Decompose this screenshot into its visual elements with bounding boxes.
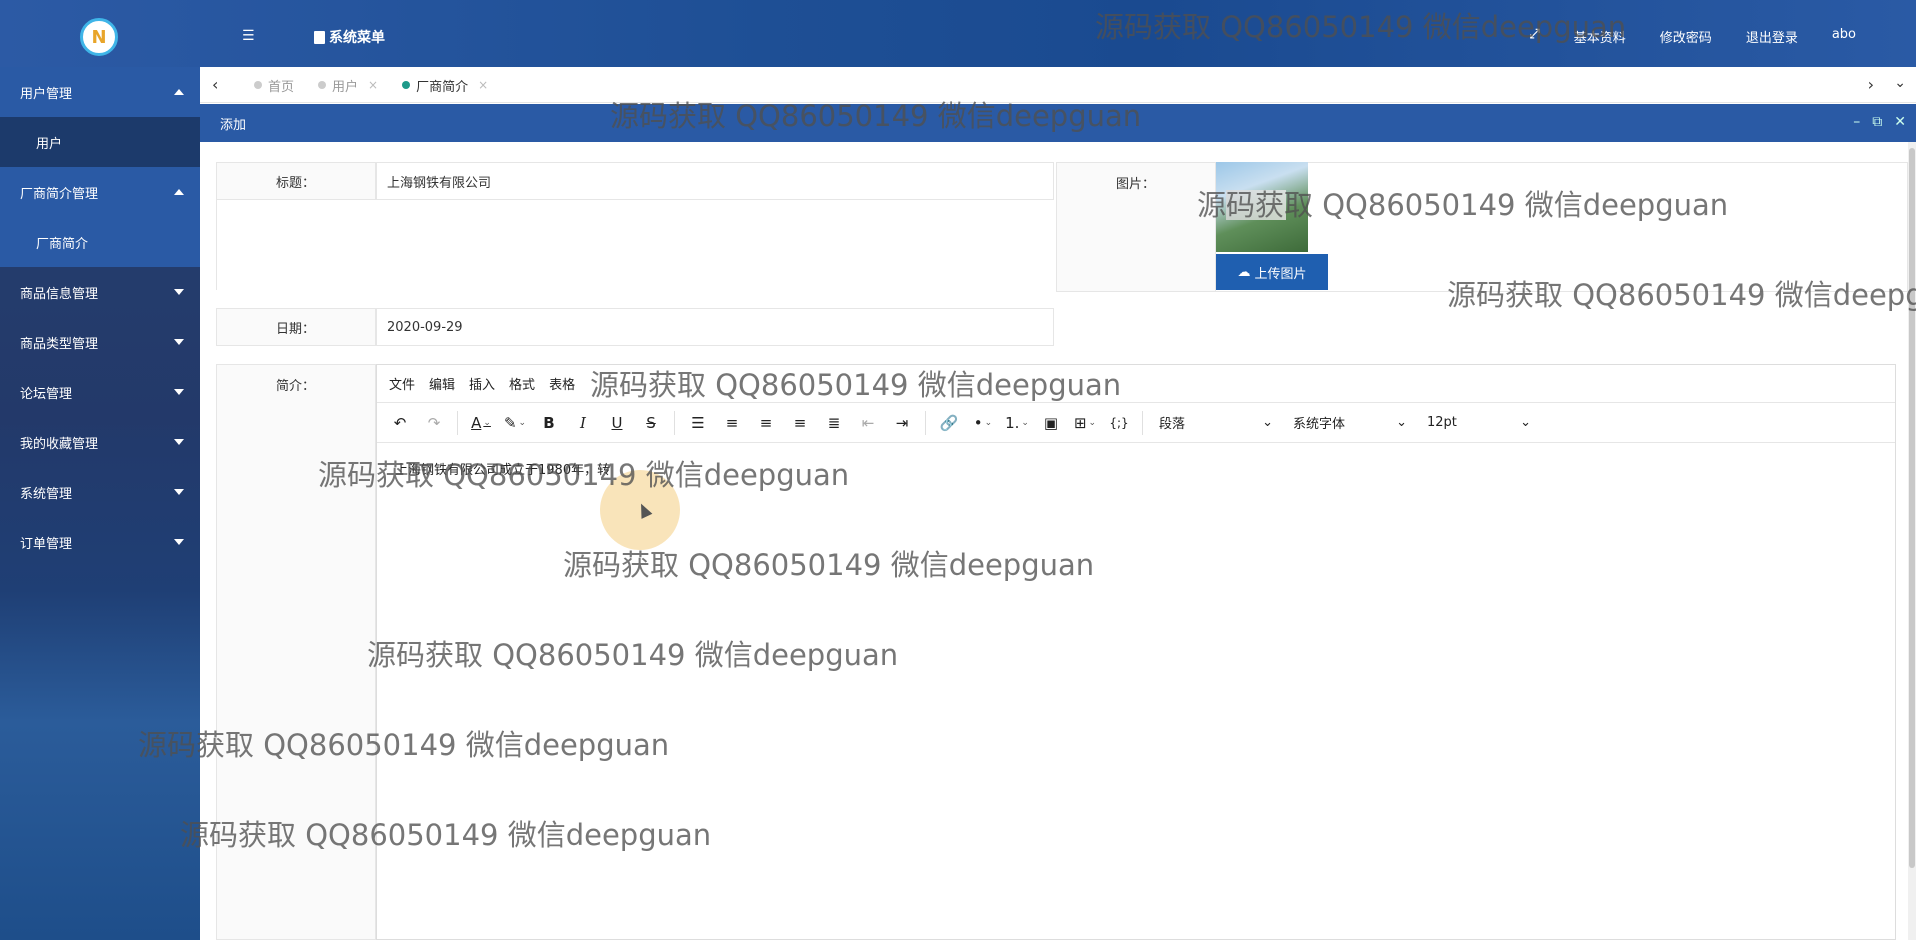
scrollbar[interactable] xyxy=(1908,142,1916,940)
rich-text-editor: 文件 编辑 插入 格式 表格 ↶ ↷ A ⌄ ✎ ⌄ B I U S ☰ ≡ ≡ ≡… xyxy=(376,364,1896,940)
chevron-down-icon xyxy=(174,389,184,395)
close-icon[interactable]: × xyxy=(478,78,488,92)
align-left-icon[interactable]: ≡ xyxy=(717,408,747,438)
sidebar-item-favorites[interactable]: 我的收藏管理 xyxy=(0,417,200,467)
menu-edit[interactable]: 编辑 xyxy=(429,374,455,393)
maximize-icon[interactable]: ⧉ xyxy=(1872,114,1882,130)
sidebar-item-vendor-intro-management[interactable]: 厂商简介管理 xyxy=(0,167,200,217)
editor-toolbar: ↶ ↷ A ⌄ ✎ ⌄ B I U S ☰ ≡ ≡ ≡ ≣ ⇤ ⇥ 🔗 • ⌄ 1. ⌄… xyxy=(377,403,1895,443)
top-header: N ☰ 系统菜单 ⤢ 基本资料 修改密码 退出登录 abo xyxy=(0,0,1916,67)
sidebar-item-orders[interactable]: 订单管理 xyxy=(0,517,200,567)
chevron-down-icon: ⌄ xyxy=(1396,415,1407,430)
title-row-spacer xyxy=(216,200,1054,290)
align-right-icon[interactable]: ≡ xyxy=(785,408,815,438)
font-family-select[interactable]: 系统字体 ⌄ xyxy=(1285,408,1415,438)
tab-dot xyxy=(318,81,327,89)
tab-vendor-intro[interactable]: 厂商简介 × xyxy=(390,67,500,103)
basic-info-link[interactable]: 基本资料 xyxy=(1574,27,1626,46)
user-name[interactable]: abo xyxy=(1832,27,1856,46)
sidebar-subitem-vendor-intro[interactable]: 厂商简介 xyxy=(0,217,200,267)
sidebar-item-system[interactable]: 系统管理 xyxy=(0,467,200,517)
link-icon[interactable]: 🔗 xyxy=(934,408,964,438)
strikethrough-icon[interactable]: S xyxy=(636,408,666,438)
expand-icon[interactable]: ⤢ xyxy=(1529,27,1539,46)
system-menu-button[interactable]: 系统菜单 xyxy=(314,27,385,47)
bullet-list-icon[interactable]: • ⌄ xyxy=(968,408,998,438)
chevron-down-icon[interactable]: ⌄ xyxy=(1894,75,1906,91)
tab-dot xyxy=(402,81,411,89)
sidebar: 用户管理 用户 厂商简介管理 厂商简介 商品信息管理 商品类型管理 论坛管理 我… xyxy=(0,67,200,940)
date-label: 日期： xyxy=(216,308,376,346)
chevron-down-icon xyxy=(174,339,184,345)
sidebar-item-forum[interactable]: 论坛管理 xyxy=(0,367,200,417)
logout-link[interactable]: 退出登录 xyxy=(1746,27,1798,46)
chevron-up-icon xyxy=(174,189,184,195)
title-label: 标题： xyxy=(216,162,376,200)
dialog-title-bar: 添加 – ⧉ ✕ xyxy=(200,104,1916,142)
underline-icon[interactable]: U xyxy=(602,408,632,438)
close-icon[interactable]: × xyxy=(368,78,378,92)
intro-label: 简介： xyxy=(216,364,376,940)
align-center-icon[interactable]: ≡ xyxy=(751,408,781,438)
outdent-icon[interactable]: ⇤ xyxy=(853,408,883,438)
font-size-select[interactable]: 12pt ⌄ xyxy=(1419,408,1539,438)
tab-dot xyxy=(254,81,262,89)
code-icon[interactable]: {;} xyxy=(1104,408,1134,438)
image-icon[interactable]: ▣ xyxy=(1036,408,1066,438)
image-label: 图片： xyxy=(1056,162,1216,292)
menu-file[interactable]: 文件 xyxy=(389,374,415,393)
close-icon[interactable]: ✕ xyxy=(1894,114,1906,130)
numbered-list-icon[interactable]: 1. ⌄ xyxy=(1002,408,1032,438)
chevron-down-icon xyxy=(174,289,184,295)
text-color-icon[interactable]: A ⌄ xyxy=(466,408,496,438)
title-input[interactable]: 上海钢铁有限公司 xyxy=(376,162,1054,200)
tab-bar: ‹ 首页 用户 × 厂商简介 × › ⌄ xyxy=(200,67,1916,103)
sidebar-subitem-user[interactable]: 用户 xyxy=(0,117,200,167)
tab-home[interactable]: 首页 xyxy=(242,67,306,103)
chevron-right-icon[interactable]: › xyxy=(1868,75,1874,94)
editor-content[interactable]: 上海钢铁有限公司成立于1980年，转 xyxy=(377,443,1895,494)
highlight-color-icon[interactable]: ✎ ⌄ xyxy=(500,408,530,438)
undo-icon[interactable]: ↶ xyxy=(385,408,415,438)
bold-icon[interactable]: B xyxy=(534,408,564,438)
menu-book-icon xyxy=(314,31,325,44)
editor-menubar: 文件 编辑 插入 格式 表格 xyxy=(377,365,1895,403)
chevron-down-icon xyxy=(174,539,184,545)
change-password-link[interactable]: 修改密码 xyxy=(1660,27,1712,46)
chevron-down-icon: ⌄ xyxy=(1262,415,1273,430)
menu-icon[interactable]: ☰ xyxy=(242,28,255,44)
menu-table[interactable]: 表格 xyxy=(549,374,575,393)
table-icon[interactable]: ⊞ ⌄ xyxy=(1070,408,1100,438)
sidebar-item-user-management[interactable]: 用户管理 xyxy=(0,67,200,117)
line-height-icon[interactable]: ☰ xyxy=(683,408,713,438)
redo-icon[interactable]: ↷ xyxy=(419,408,449,438)
app-logo: N xyxy=(80,18,118,56)
dialog-title: 添加 xyxy=(220,117,247,133)
align-justify-icon[interactable]: ≣ xyxy=(819,408,849,438)
upload-image-button[interactable]: ☁ 上传图片 xyxy=(1216,254,1328,290)
cloud-upload-icon: ☁ xyxy=(1237,264,1251,280)
menu-format[interactable]: 格式 xyxy=(509,374,535,393)
sidebar-item-product-info[interactable]: 商品信息管理 xyxy=(0,267,200,317)
italic-icon[interactable]: I xyxy=(568,408,598,438)
form-content: 标题： 上海钢铁有限公司 图片： ☁ 上传图片 日期： 2020-09-29 简介… xyxy=(200,142,1916,940)
chevron-down-icon xyxy=(174,439,184,445)
block-format-select[interactable]: 段落 ⌄ xyxy=(1151,408,1281,438)
chevron-down-icon: ⌄ xyxy=(1520,415,1531,430)
minimize-icon[interactable]: – xyxy=(1853,114,1860,130)
menu-insert[interactable]: 插入 xyxy=(469,374,495,393)
indent-icon[interactable]: ⇥ xyxy=(887,408,917,438)
chevron-left-icon[interactable]: ‹ xyxy=(212,75,218,94)
chevron-up-icon xyxy=(174,89,184,95)
tab-user[interactable]: 用户 × xyxy=(306,67,390,103)
uploaded-image xyxy=(1216,162,1308,252)
date-input[interactable]: 2020-09-29 xyxy=(376,308,1054,346)
chevron-down-icon xyxy=(174,489,184,495)
sidebar-item-product-type[interactable]: 商品类型管理 xyxy=(0,317,200,367)
